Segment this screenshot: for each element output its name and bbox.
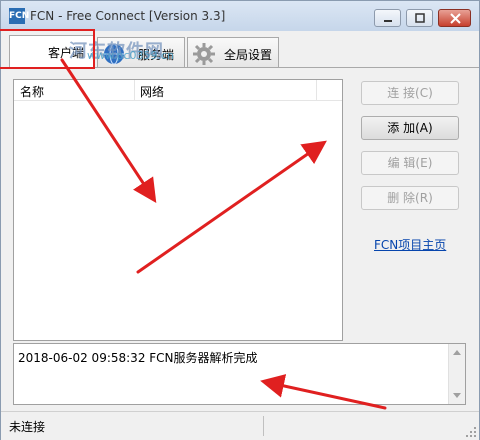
window-title: FCN - Free Connect [Version 3.3]	[30, 9, 226, 23]
column-divider	[134, 80, 135, 100]
close-button[interactable]	[438, 9, 471, 27]
minimize-button[interactable]	[374, 9, 401, 27]
resize-grip-icon[interactable]	[465, 426, 477, 438]
minimize-icon	[384, 20, 392, 22]
edit-button[interactable]: 编 辑(E)	[361, 151, 459, 175]
app-window: FCN FCN - Free Connect [Version 3.3] 客户端…	[0, 0, 480, 440]
app-icon: FCN	[9, 8, 29, 24]
watermark-url: www.pc0359.cn	[87, 49, 175, 62]
project-homepage-link[interactable]: FCN项目主页	[374, 236, 446, 253]
status-divider	[263, 416, 264, 436]
list-header: 名称 网络	[14, 80, 342, 101]
connect-button[interactable]: 连 接(C)	[361, 81, 459, 105]
maximize-icon	[415, 13, 425, 23]
connection-list[interactable]: 名称 网络	[13, 79, 343, 341]
column-network[interactable]: 网络	[140, 83, 164, 100]
delete-button[interactable]: 删 除(R)	[361, 186, 459, 210]
tab-global-label: 全局设置	[224, 48, 273, 62]
column-divider	[316, 80, 317, 100]
gear-icon	[193, 43, 215, 65]
tab-global-settings[interactable]: 全局设置	[187, 37, 279, 67]
status-bar: 未连接	[1, 411, 479, 440]
log-scrollbar[interactable]	[448, 344, 465, 404]
scroll-up-icon[interactable]	[453, 350, 461, 355]
title-bar[interactable]: FCN FCN - Free Connect [Version 3.3]	[1, 1, 479, 31]
log-panel[interactable]: 2018-06-02 09:58:32 FCN服务器解析完成	[13, 343, 466, 405]
column-name[interactable]: 名称	[20, 83, 44, 100]
log-line: 2018-06-02 09:58:32 FCN服务器解析完成	[18, 351, 258, 365]
connection-status: 未连接	[9, 420, 46, 434]
close-icon	[450, 13, 461, 24]
maximize-button[interactable]	[406, 9, 433, 27]
scroll-down-icon[interactable]	[453, 393, 461, 398]
add-button[interactable]: 添 加(A)	[361, 116, 459, 140]
